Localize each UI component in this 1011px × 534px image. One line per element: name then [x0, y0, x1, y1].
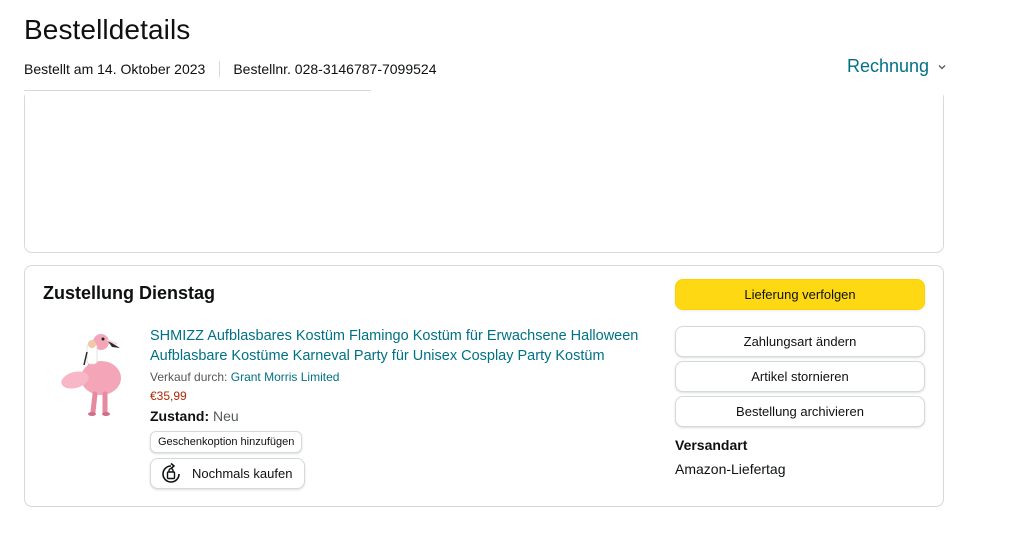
invoice-label: Rechnung [847, 56, 930, 76]
delivery-title: Zustellung Dienstag [43, 283, 216, 303]
archive-order-button[interactable]: Bestellung archivieren [675, 396, 925, 427]
seller-prefix: Verkauf durch: [150, 370, 228, 384]
shipping-method-label: Versandart [675, 437, 748, 453]
product-price: €35,99 [150, 389, 187, 403]
cancel-items-button[interactable]: Artikel stornieren [675, 361, 925, 392]
order-summary-box [24, 88, 944, 253]
buy-again-label: Nochmals kaufen [192, 466, 293, 481]
condition-label: Zustand: [150, 408, 210, 424]
buy-again-button[interactable]: Nochmals kaufen [150, 458, 305, 489]
invoice-dropdown[interactable]: Rechnung [847, 56, 947, 77]
product-title-link[interactable]: SHMIZZ Aufblasbares Kostüm Flamingo Kost… [150, 326, 650, 366]
flamingo-costume-image[interactable] [57, 328, 135, 418]
chevron-down-icon [938, 64, 946, 69]
order-number: Bestellnr. 028-3146787-7099524 [233, 61, 437, 77]
meta-divider [219, 61, 221, 77]
track-package-button[interactable]: Lieferung verfolgen [675, 279, 925, 310]
condition-value: Neu [213, 408, 239, 424]
add-gift-option-button[interactable]: Geschenkoption hinzufügen [150, 431, 303, 453]
order-date: Bestellt am 14. Oktober 2023 [24, 61, 206, 77]
shipment-box: Zustellung Dienstag SHMIZZ Aufblasbares … [24, 265, 944, 507]
summary-box-top-edge [24, 90, 371, 91]
seller-link[interactable]: Grant Morris Limited [231, 370, 340, 384]
change-payment-button[interactable]: Zahlungsart ändern [675, 326, 925, 357]
buy-again-icon [162, 462, 180, 483]
summary-box-loading-area [25, 88, 943, 181]
seller-info: Verkauf durch: Grant Morris Limited [150, 370, 339, 384]
shipping-method-value: Amazon-Liefertag [675, 461, 786, 477]
page-title: Bestelldetails [24, 14, 191, 45]
order-meta: Bestellt am 14. Oktober 2023 Bestellnr. … [24, 61, 437, 77]
product-condition: Zustand: Neu [150, 408, 239, 424]
